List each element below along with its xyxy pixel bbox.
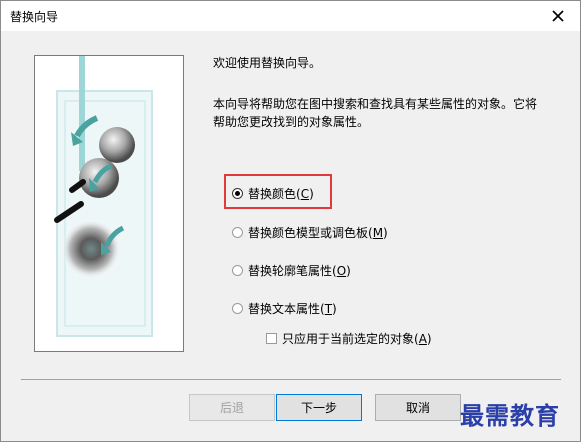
button-separator (21, 379, 561, 380)
radio-icon[interactable] (232, 303, 243, 314)
back-button[interactable]: 后退 (189, 394, 275, 421)
option-label: 替换颜色模型或调色板(M) (248, 226, 388, 240)
intro-text: 欢迎使用替换向导。 (213, 56, 322, 70)
description-line-1: 本向导将帮助您在图中搜索和查找具有某些属性的对象。它将 (213, 97, 538, 111)
checkbox-icon[interactable] (266, 333, 277, 344)
close-button[interactable] (536, 1, 580, 31)
option-label: 替换轮廓笔属性(O) (248, 264, 351, 278)
next-button[interactable]: 下一步 (276, 394, 362, 421)
close-icon (552, 10, 564, 22)
option-label: 替换文本属性(T) (248, 302, 337, 316)
radio-icon[interactable] (232, 227, 243, 238)
radio-icon[interactable] (232, 265, 243, 276)
option-label: 替换颜色(C) (248, 187, 314, 201)
description-line-2: 帮助您更改找到的对象属性。 (213, 115, 370, 129)
option-replace-color-model[interactable]: 替换颜色模型或调色板(M) (232, 224, 388, 241)
option-replace-color[interactable]: 替换颜色(C) (232, 185, 314, 202)
watermark-text: 最需教育 (460, 401, 560, 430)
replace-wizard-dialog: 替换向导 欢迎使用替换向导。 本向导将帮助您在图中搜索和查找具有某些属性的对象。… (0, 0, 581, 442)
window-title: 替换向导 (10, 10, 59, 24)
apply-selected-only-checkbox[interactable]: 只应用于当前选定的对象(A) (266, 330, 432, 347)
radio-selected-icon[interactable] (232, 188, 243, 199)
cancel-button[interactable]: 取消 (375, 394, 461, 421)
option-replace-text-props[interactable]: 替换文本属性(T) (232, 300, 337, 317)
option-replace-outline-pen[interactable]: 替换轮廓笔属性(O) (232, 262, 351, 279)
wizard-illustration (34, 55, 184, 352)
checkbox-label: 只应用于当前选定的对象(A) (282, 332, 432, 346)
description-text: 本向导将帮助您在图中搜索和查找具有某些属性的对象。它将 帮助您更改找到的对象属性… (213, 95, 553, 131)
title-bar: 替换向导 (1, 1, 580, 31)
